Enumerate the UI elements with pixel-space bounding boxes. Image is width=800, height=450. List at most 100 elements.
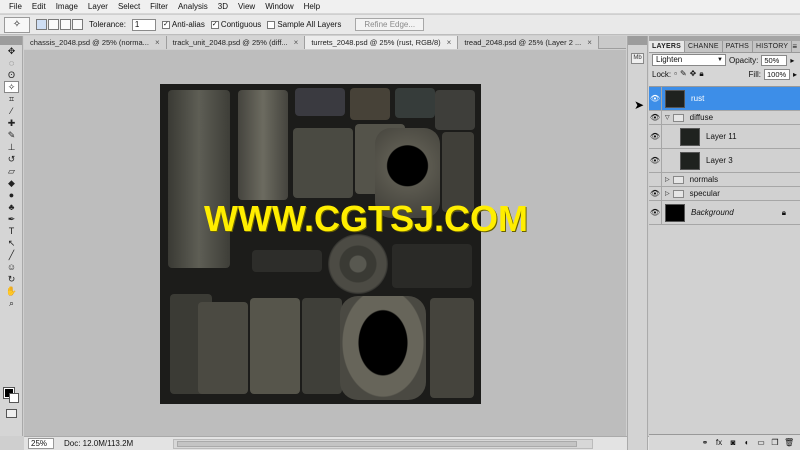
shape-tool-icon[interactable]: ╱ bbox=[4, 249, 19, 261]
pen-tool-icon[interactable]: ✒ bbox=[4, 213, 19, 225]
blur-tool-icon[interactable]: ● bbox=[4, 189, 19, 201]
zoom-level-input[interactable]: 25% bbox=[28, 438, 54, 449]
3d-orbit-tool-icon[interactable]: ↻ bbox=[4, 273, 19, 285]
intersect-selection-icon[interactable] bbox=[72, 19, 83, 30]
visibility-eye-icon[interactable]: 👁︎ bbox=[649, 87, 662, 110]
opacity-input[interactable]: 50% bbox=[761, 54, 788, 66]
tab-channels[interactable]: CHANNE bbox=[685, 41, 723, 52]
zoom-tool-icon[interactable]: ⌕ bbox=[4, 297, 19, 309]
dodge-tool-icon[interactable]: ♣ bbox=[4, 201, 19, 213]
background-color-swatch[interactable] bbox=[9, 393, 19, 403]
visibility-eye-icon[interactable]: 👁︎ bbox=[649, 187, 662, 200]
menu-filter[interactable]: Filter bbox=[145, 0, 173, 14]
paint-bucket-tool-icon[interactable]: ◆ bbox=[4, 177, 19, 189]
menu-analysis[interactable]: Analysis bbox=[173, 0, 213, 14]
menu-edit[interactable]: Edit bbox=[27, 0, 51, 14]
3d-rotate-tool-icon[interactable]: ☺ bbox=[4, 261, 19, 273]
layer-rust[interactable]: 👁︎ rust bbox=[649, 87, 800, 111]
chevron-right-icon[interactable]: ▸ bbox=[790, 56, 794, 65]
blend-mode-select[interactable]: Lighten bbox=[652, 54, 726, 66]
close-icon[interactable]: × bbox=[155, 36, 160, 49]
visibility-eye-icon[interactable]: 👁︎ bbox=[649, 201, 662, 224]
tab-history[interactable]: HISTORY bbox=[753, 41, 793, 52]
crop-tool-icon[interactable]: ⌗ bbox=[4, 93, 19, 105]
menu-layer[interactable]: Layer bbox=[83, 0, 113, 14]
mini-bridge-icon[interactable]: Mb bbox=[631, 53, 644, 64]
close-icon[interactable]: × bbox=[294, 36, 299, 49]
new-group-icon[interactable]: ▭ bbox=[756, 438, 766, 447]
path-selection-tool-icon[interactable]: ↖ bbox=[4, 237, 19, 249]
lock-transparent-icon[interactable]: ▫ bbox=[674, 69, 677, 79]
history-brush-tool-icon[interactable]: ↺ bbox=[4, 153, 19, 165]
layer-layer-3[interactable]: 👁︎ Layer 3 bbox=[649, 149, 800, 173]
lock-all-icon[interactable]: 🔒︎ bbox=[699, 69, 703, 79]
doc-info[interactable]: Doc: 12.0M/113.2M bbox=[64, 439, 133, 448]
visibility-eye-icon[interactable]: 👁︎ bbox=[649, 111, 662, 124]
lasso-tool-icon[interactable]: ʘ bbox=[4, 69, 19, 81]
collapse-triangle-icon[interactable]: ▷ bbox=[665, 176, 670, 183]
collapse-triangle-icon[interactable]: ▷ bbox=[665, 190, 670, 197]
adjustment-layer-icon[interactable]: ◐ bbox=[742, 438, 752, 447]
move-tool-icon[interactable]: ✥ bbox=[4, 45, 19, 57]
antialias-checkbox[interactable]: ✓ Anti-alias bbox=[161, 20, 205, 29]
document-canvas[interactable] bbox=[160, 84, 481, 404]
close-icon[interactable]: × bbox=[447, 36, 452, 49]
menu-image[interactable]: Image bbox=[51, 0, 83, 14]
scrollbar-thumb[interactable] bbox=[177, 440, 578, 447]
toolbox-grip[interactable] bbox=[0, 36, 22, 45]
group-diffuse[interactable]: 👁︎ ▽ diffuse bbox=[649, 111, 800, 125]
menu-file[interactable]: File bbox=[4, 0, 27, 14]
menu-select[interactable]: Select bbox=[113, 0, 145, 14]
sample-all-layers-checkbox[interactable]: Sample All Layers bbox=[267, 20, 341, 29]
add-mask-icon[interactable]: ◙ bbox=[728, 438, 738, 447]
menu-help[interactable]: Help bbox=[299, 0, 325, 14]
visibility-eye-icon[interactable]: 👁︎ bbox=[649, 149, 662, 172]
tolerance-input[interactable]: 1 bbox=[131, 18, 156, 31]
hand-tool-icon[interactable]: ✋ bbox=[4, 285, 19, 297]
tab-tread[interactable]: tread_2048.psd @ 25% (Layer 2 ... × bbox=[458, 36, 599, 49]
add-selection-icon[interactable] bbox=[48, 19, 59, 30]
marquee-tool-icon[interactable]: ◌ bbox=[4, 57, 19, 69]
tab-track-unit[interactable]: track_unit_2048.psd @ 25% (diff... × bbox=[166, 36, 306, 49]
lock-image-icon[interactable]: ✎ bbox=[680, 69, 687, 79]
expand-triangle-icon[interactable]: ▽ bbox=[665, 114, 670, 121]
chevron-right-icon[interactable]: ▸ bbox=[793, 70, 797, 79]
eraser-tool-icon[interactable]: ▱ bbox=[4, 165, 19, 177]
fill-input[interactable]: 100% bbox=[763, 68, 790, 80]
link-layers-icon[interactable]: ⚭ bbox=[700, 438, 710, 447]
horizontal-scrollbar[interactable] bbox=[173, 438, 594, 449]
clone-stamp-tool-icon[interactable]: ⊥ bbox=[4, 141, 19, 153]
eyedropper-tool-icon[interactable]: ⁄ bbox=[4, 105, 19, 117]
layer-style-icon[interactable]: fx bbox=[714, 438, 724, 447]
panel-strip-grip[interactable] bbox=[628, 36, 647, 45]
visibility-eye-icon[interactable]: 👁︎ bbox=[649, 125, 662, 148]
contiguous-checkbox[interactable]: ✓ Contiguous bbox=[210, 20, 261, 29]
canvas-area[interactable]: WWW.CGTSJ.COM bbox=[24, 50, 626, 436]
menu-window[interactable]: Window bbox=[260, 0, 298, 14]
healing-brush-tool-icon[interactable]: ✚ bbox=[4, 117, 19, 129]
layer-background[interactable]: 👁︎ Background 🔒︎ bbox=[649, 201, 800, 225]
tab-paths[interactable]: PATHS bbox=[723, 41, 754, 52]
menu-view[interactable]: View bbox=[233, 0, 260, 14]
brush-tool-icon[interactable]: ✎ bbox=[4, 129, 19, 141]
visibility-eye-icon[interactable] bbox=[649, 173, 662, 186]
group-normals[interactable]: ▷ normals bbox=[649, 173, 800, 187]
layer-layer-11[interactable]: 👁︎ Layer 11 bbox=[649, 125, 800, 149]
close-icon[interactable]: × bbox=[587, 36, 592, 49]
type-tool-icon[interactable]: T bbox=[4, 225, 19, 237]
tab-chassis[interactable]: chassis_2048.psd @ 25% (norma... × bbox=[24, 36, 167, 49]
group-specular[interactable]: 👁︎ ▷ specular bbox=[649, 187, 800, 201]
subtract-selection-icon[interactable] bbox=[60, 19, 71, 30]
lock-position-icon[interactable]: ✥ bbox=[690, 69, 697, 79]
new-selection-icon[interactable] bbox=[36, 19, 47, 30]
menu-3d[interactable]: 3D bbox=[213, 0, 233, 14]
delete-layer-icon[interactable]: 🗑︎ bbox=[784, 438, 794, 447]
magic-wand-tool-icon[interactable]: ✧ bbox=[4, 81, 19, 93]
tab-layers[interactable]: LAYERS bbox=[649, 41, 685, 52]
new-layer-icon[interactable]: ❐ bbox=[770, 438, 780, 447]
refine-edge-button[interactable]: Refine Edge... bbox=[355, 18, 425, 31]
panel-menu-icon[interactable]: ≡ bbox=[792, 41, 800, 52]
tool-preset-picker[interactable]: ✧ bbox=[4, 16, 30, 33]
tab-turrets[interactable]: turrets_2048.psd @ 25% (rust, RGB/8) × bbox=[305, 36, 459, 49]
quick-mask-icon[interactable] bbox=[6, 409, 17, 418]
